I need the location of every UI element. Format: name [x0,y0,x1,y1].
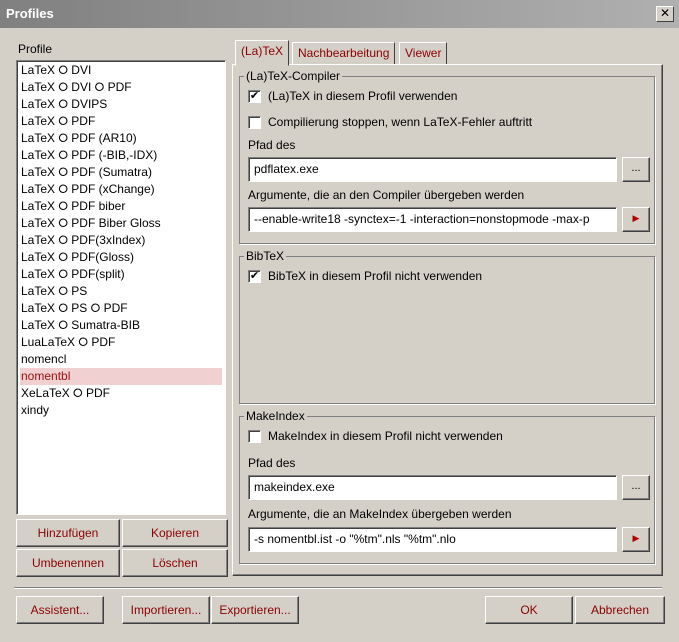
delete-profile-button[interactable]: Löschen [122,549,228,577]
latex-compiler-group: (La)TeX-Compiler ✔ (La)TeX in diesem Pro… [239,69,655,244]
list-item[interactable]: LaTeX ⭘ PDF (AR10) [20,130,222,147]
bibtex-notuse-checkbox[interactable]: ✔ [248,270,261,283]
latex-path-label: Pfad des [248,138,296,152]
copy-profile-button[interactable]: Kopieren [122,519,228,547]
import-button[interactable]: Importieren... [122,596,210,624]
latex-path-input[interactable]: pdflatex.exe [248,157,617,182]
ok-button[interactable]: OK [485,596,573,624]
check-icon: ✔ [249,90,260,102]
bibtex-group: BibTeX ✔ BibTeX in diesem Profil nicht v… [239,249,655,404]
profile-list[interactable]: LaTeX ⭘ DVI LaTeX ⭘ DVI ⭘ PDF LaTeX ⭘ DVIP… [16,60,226,515]
makeindex-notuse-checkbox[interactable] [248,430,261,443]
bibtex-notuse-label: BibTeX in diesem Profil nicht verwenden [268,269,483,283]
list-item[interactable]: LaTeX ⭘ PS ⭘ PDF [20,300,222,317]
latex-compiler-legend: (La)TeX-Compiler [244,69,343,83]
list-item[interactable]: LaTeX ⭘ PDF (-BIB,-IDX) [20,147,222,164]
tab-nachbearbeitung[interactable]: Nachbearbeitung [292,42,396,65]
check-icon: ✔ [249,270,260,282]
list-item[interactable]: LaTeX ⭘ DVIPS [20,96,222,113]
list-item[interactable]: nomentbl [20,368,222,385]
title-bar: Profiles ✕ [0,0,679,28]
list-item[interactable]: LaTeX ⭘ PDF [20,113,222,130]
list-item[interactable]: LaTeX ⭘ PDF biber [20,198,222,215]
list-item[interactable]: XeLaTeX ⭘ PDF [20,385,222,402]
arrow-right-icon: ▶ [632,533,640,543]
makeindex-notuse-label: MakeIndex in diesem Profil nicht verwend… [268,429,503,443]
list-item[interactable]: LaTeX ⭘ Sumatra-BIB [20,317,222,334]
add-profile-button[interactable]: Hinzufügen [16,519,120,547]
close-icon: ✕ [659,6,671,20]
list-item[interactable]: LaTeX ⭘ PDF(Gloss) [20,249,222,266]
list-item[interactable]: LaTeX ⭘ PDF(split) [20,266,222,283]
makeindex-group: MakeIndex MakeIndex in diesem Profil nic… [239,409,655,564]
list-item[interactable]: LaTeX ⭘ DVI [20,62,222,79]
latex-args-menu-button[interactable]: ▶ [622,207,650,232]
list-item[interactable]: LaTeX ⭘ DVI ⭘ PDF [20,79,222,96]
profile-label: Profile [18,42,53,56]
list-item[interactable]: LuaLaTeX ⭘ PDF [20,334,222,351]
tab-viewer[interactable]: Viewer [399,42,448,65]
separator [14,587,662,589]
export-button[interactable]: Exportieren... [211,596,299,624]
makeindex-args-menu-button[interactable]: ▶ [622,527,650,552]
close-button[interactable]: ✕ [656,6,674,22]
assistant-button[interactable]: Assistent... [16,596,104,624]
makeindex-args-label: Argumente, die an MakeIndex übergeben we… [248,507,512,521]
latex-args-label: Argumente, die an den Compiler übergeben… [248,188,525,202]
tab-latex[interactable]: (La)TeX [235,40,290,66]
makeindex-path-label: Pfad des [248,456,296,470]
tab-panel: (La)TeX-Compiler ✔ (La)TeX in diesem Pro… [232,64,663,576]
bibtex-legend: BibTeX [244,249,287,263]
latex-use-label: (La)TeX in diesem Profil verwenden [268,89,458,103]
cancel-button[interactable]: Abbrechen [575,596,665,624]
latex-use-checkbox[interactable]: ✔ [248,90,261,103]
makeindex-args-input[interactable]: -s nomentbl.ist -o "%tm".nls "%tm".nlo [248,527,617,552]
rename-profile-button[interactable]: Umbenennen [16,549,120,577]
latex-stop-checkbox[interactable] [248,116,261,129]
list-item[interactable]: nomencl [20,351,222,368]
list-item[interactable]: LaTeX ⭘ PDF(3xIndex) [20,232,222,249]
latex-args-input[interactable]: --enable-write18 -synctex=-1 -interactio… [248,207,617,232]
list-item[interactable]: LaTeX ⭘ PS [20,283,222,300]
makeindex-legend: MakeIndex [244,409,307,423]
makeindex-path-browse-button[interactable]: ... [622,475,650,500]
list-item[interactable]: LaTeX ⭘ PDF (xChange) [20,181,222,198]
makeindex-path-input[interactable]: makeindex.exe [248,475,617,500]
window-title: Profiles [6,6,54,21]
list-item[interactable]: xindy [20,402,222,419]
arrow-right-icon: ▶ [632,213,640,223]
latex-path-browse-button[interactable]: ... [622,157,650,182]
list-item[interactable]: LaTeX ⭘ PDF Biber Gloss [20,215,222,232]
latex-stop-label: Compilierung stoppen, wenn LaTeX-Fehler … [268,115,533,129]
list-item[interactable]: LaTeX ⭘ PDF (Sumatra) [20,164,222,181]
